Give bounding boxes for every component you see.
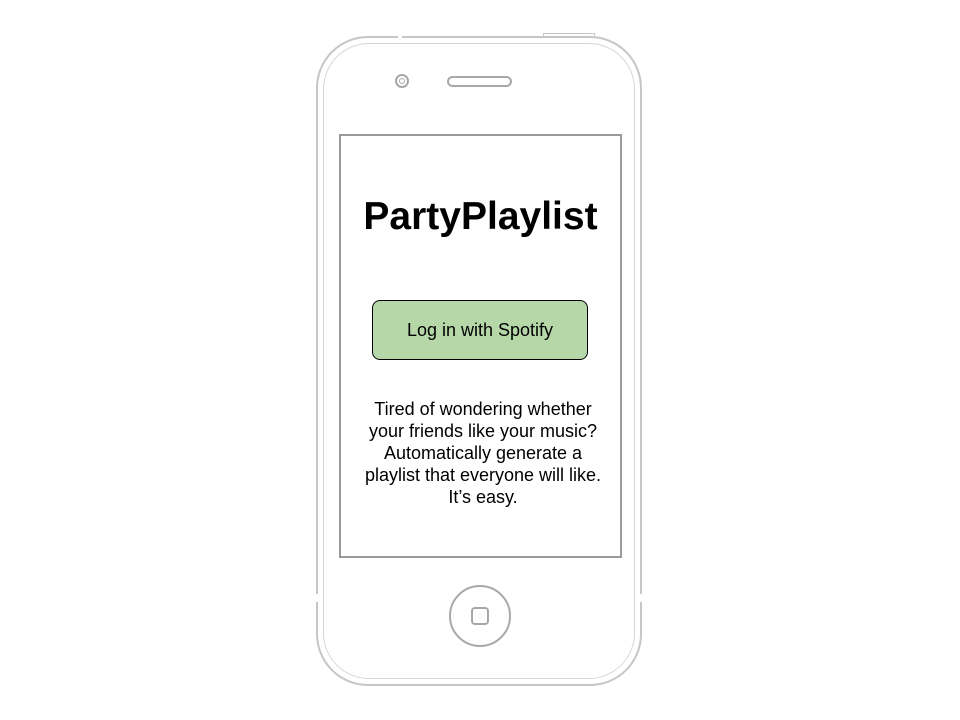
phone-screen: PartyPlaylist Log in with Spotify Tired … <box>339 134 622 558</box>
frame-gap <box>398 34 402 42</box>
speaker-icon <box>447 76 512 87</box>
app-title: PartyPlaylist <box>363 195 598 238</box>
tagline-text: Tired of wondering whether your friends … <box>364 399 602 507</box>
camera-icon <box>395 74 409 88</box>
login-button-label: Log in with Spotify <box>406 319 554 340</box>
frame-gap <box>314 594 318 602</box>
home-button-icon <box>471 607 489 625</box>
home-button[interactable] <box>449 585 511 647</box>
frame-gap <box>640 594 644 602</box>
mockup-canvas: PartyPlaylist Log in with Spotify Tired … <box>0 0 960 720</box>
login-with-spotify-button[interactable]: Log in with Spotify <box>372 300 588 360</box>
